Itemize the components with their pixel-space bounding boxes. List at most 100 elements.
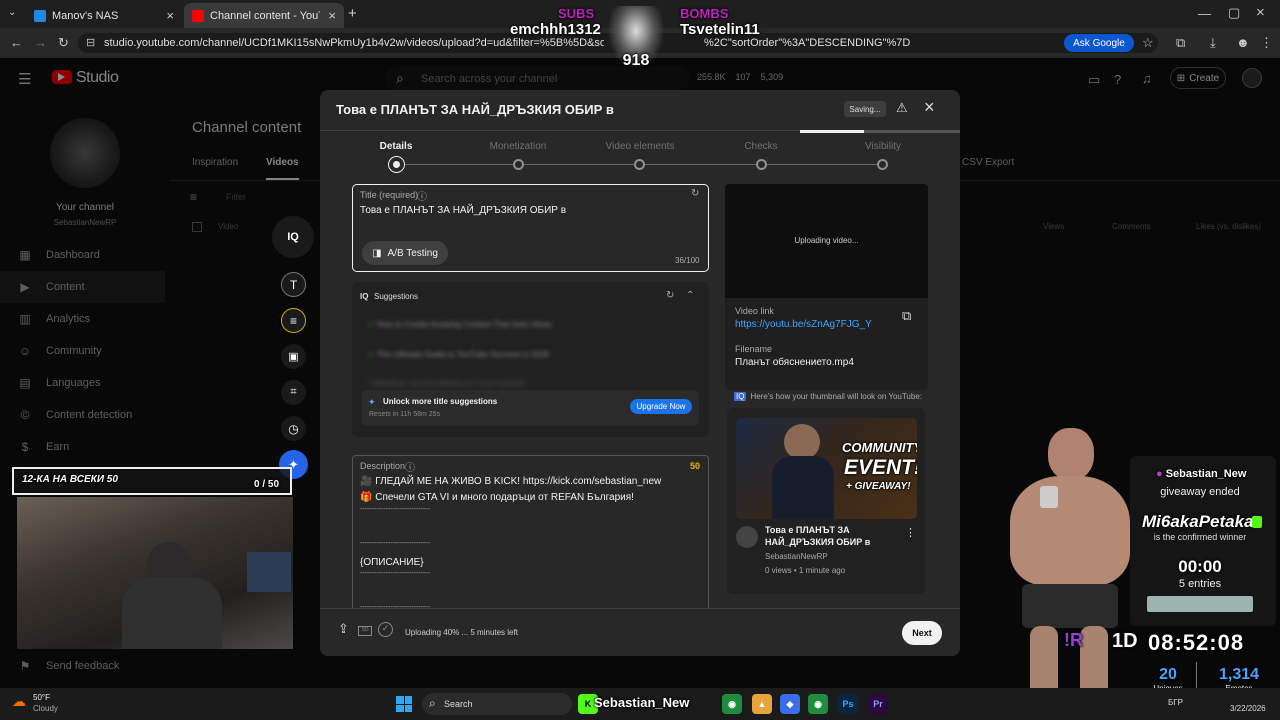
title-field-label: Title (required) — [360, 190, 419, 200]
webcam-feed — [17, 497, 293, 649]
step-video-elements-dot[interactable] — [634, 159, 645, 170]
tab-manovs-nas[interactable]: Manov's NAS × — [26, 3, 182, 28]
description-tool-icon[interactable]: ≡ — [281, 308, 306, 333]
upload-icon: ⇪ — [338, 621, 349, 636]
upload-progress-track — [800, 130, 960, 133]
iq-tool-button[interactable]: IQ — [272, 216, 314, 258]
thumbnail-hint: IQ Here's how your thumbnail will look on… — [734, 392, 923, 401]
tab-search-icon[interactable]: ⌄ — [8, 7, 16, 18]
help-icon[interactable]: ⓘ — [417, 188, 427, 203]
goal-count: 0 / 50 — [254, 479, 280, 490]
copy-link-icon[interactable]: ⧉ — [902, 308, 911, 324]
extensions-icon[interactable]: ⧉ — [1176, 35, 1185, 51]
sparkle-icon: ✦ — [368, 397, 376, 407]
dialog-footer: ⇪ SD ✓ Uploading 40% ... 5 minutes left … — [320, 608, 960, 656]
profile-icon[interactable]: ☻ — [1236, 35, 1250, 50]
text-tool-icon[interactable]: T — [281, 272, 306, 297]
ask-google-button[interactable]: Ask Google — [1064, 34, 1134, 52]
close-tab-icon[interactable]: × — [328, 8, 336, 23]
giveaway-entries: 5 entries — [1178, 578, 1222, 590]
taskbar-search[interactable]: ⌕ Search — [422, 693, 572, 715]
download-icon[interactable]: ⤓ — [1210, 35, 1216, 51]
description-field[interactable]: Description ⓘ 50 🎥 ГЛЕДАЙ МЕ НА ЖИВО В K… — [352, 455, 709, 615]
thumbnail-uniform — [772, 456, 834, 519]
description-line: ------------------------------ — [360, 506, 430, 513]
upgrade-now-button[interactable]: Upgrade Now — [630, 399, 692, 414]
ab-testing-button[interactable]: ◨ A/B Testing — [362, 241, 448, 265]
video-link-label: Video link — [735, 306, 774, 316]
search-icon: ⌕ — [429, 696, 436, 710]
windows-start-icon[interactable] — [396, 696, 412, 712]
more-options-icon[interactable]: ⋮ — [905, 526, 916, 539]
regenerate-icon[interactable]: ↻ — [691, 188, 699, 199]
saving-badge: Saving... — [844, 101, 886, 117]
emotes-value: 1,314 — [1218, 666, 1260, 683]
step-checks-label[interactable]: Checks — [721, 141, 801, 152]
goal-label: 12-КА НА ВСЕКИ 50 — [22, 474, 118, 485]
bookmark-star-icon[interactable]: ☆ — [1142, 35, 1154, 51]
upload-status: Uploading 40% ... 5 minutes left — [405, 628, 518, 637]
step-visibility-label[interactable]: Visibility — [843, 141, 923, 152]
character-torso — [1010, 476, 1130, 586]
chrome-icon[interactable]: ◉ — [722, 694, 742, 714]
channel-avatar — [736, 526, 758, 548]
refresh-suggestions-icon[interactable]: ↻ — [666, 290, 674, 301]
app-icon[interactable]: ◆ — [780, 694, 800, 714]
new-tab-button[interactable]: + — [348, 5, 357, 22]
maximize-icon[interactable]: ▢ — [1228, 5, 1240, 21]
thumbnail-image: COMMUNITY EVENT! + GIVEAWAY! — [736, 418, 917, 519]
suggestion-item[interactable]: ✓ How to Create Amazing Content That Get… — [368, 320, 552, 329]
language-indicator[interactable]: БГР — [1168, 698, 1183, 707]
next-button[interactable]: Next — [902, 621, 942, 645]
title-input[interactable]: Това е ПЛАНЪТ ЗА НАЙ_ДРЪЗКИЯ ОБИР в — [360, 205, 566, 216]
video-link[interactable]: https://youtu.be/sZnAg7FJG_Y — [735, 319, 872, 330]
sd-icon: SD — [358, 626, 372, 636]
bombs-name: Tsvetelin11 — [680, 21, 760, 38]
help-icon[interactable]: ⓘ — [405, 459, 415, 474]
photoshop-icon[interactable]: Ps — [838, 694, 858, 714]
step-visibility-dot[interactable] — [877, 159, 888, 170]
timestamps-tool-icon[interactable]: ◷ — [281, 416, 306, 441]
upload-details-dialog: Това е ПЛАНЪТ ЗА НАЙ_ДРЪЗКИЯ ОБИР в Savi… — [320, 90, 960, 656]
report-issue-icon[interactable]: ⚠ — [896, 100, 908, 116]
app-icon[interactable]: ▲ — [752, 694, 772, 714]
step-monetization-label[interactable]: Monetization — [478, 141, 558, 152]
thumbnail-text-community: COMMUNITY — [842, 440, 917, 455]
close-dialog-icon[interactable]: × — [924, 97, 935, 118]
step-video-elements-label[interactable]: Video elements — [600, 141, 680, 152]
thumbnail-text-event: EVENT! — [844, 456, 917, 479]
reload-icon[interactable]: ↻ — [58, 35, 69, 51]
command-text: !R — [1064, 630, 1083, 650]
description-line: 🎁 Спечели GTA VI и много подаръци от REF… — [360, 492, 634, 503]
ab-testing-icon: ◨ — [372, 247, 382, 259]
checks-complete-icon: ✓ — [378, 622, 393, 637]
premiere-icon[interactable]: Pr — [868, 694, 888, 714]
chrome-icon[interactable]: ◉ — [808, 694, 828, 714]
webcam-person-body — [122, 577, 222, 649]
menu-kebab-icon[interactable]: ⋮ — [1260, 35, 1273, 51]
site-info-icon[interactable]: ⊟ — [86, 36, 95, 49]
step-details-label[interactable]: Details — [356, 141, 436, 152]
dialog-title: Това е ПЛАНЪТ ЗА НАЙ_ДРЪЗКИЯ ОБИР в — [336, 102, 614, 117]
tags-tool-icon[interactable]: ⌗ — [281, 380, 306, 405]
youtube-favicon-icon — [192, 9, 204, 22]
unlock-suggestions-card: ✦ Unlock more title suggestions Resets i… — [362, 390, 699, 426]
close-window-icon[interactable]: × — [1256, 4, 1265, 21]
step-checks-dot[interactable] — [756, 159, 767, 170]
collapse-suggestions-icon[interactable]: ⌃ — [686, 290, 694, 301]
description-line: {ОПИСАНИЕ} — [360, 557, 424, 568]
back-icon[interactable]: ← — [10, 35, 23, 50]
mic-icon: ● — [1156, 468, 1166, 480]
forward-icon[interactable]: → — [34, 35, 47, 50]
suggestion-item[interactable]: ✓ The Ultimate Guide to YouTube Success … — [368, 350, 549, 359]
minimize-icon[interactable]: — — [1198, 6, 1211, 21]
thumbnail-tool-icon[interactable]: ▣ — [281, 344, 306, 369]
giveaway-timer: 00:00 — [1178, 557, 1222, 576]
title-field[interactable]: Title (required) ⓘ ↻ Това е ПЛАНЪТ ЗА НА… — [352, 184, 709, 272]
tab-channel-content[interactable]: Channel content - YouTube Stu × — [184, 3, 344, 28]
close-tab-icon[interactable]: × — [166, 8, 174, 23]
weather-icon[interactable]: ☁ — [12, 693, 26, 710]
step-details-dot[interactable] — [389, 157, 404, 172]
step-monetization-dot[interactable] — [513, 159, 524, 170]
suggestion-item[interactable]: 7 Mistakes You Are Making on Your Channe… — [368, 379, 525, 388]
